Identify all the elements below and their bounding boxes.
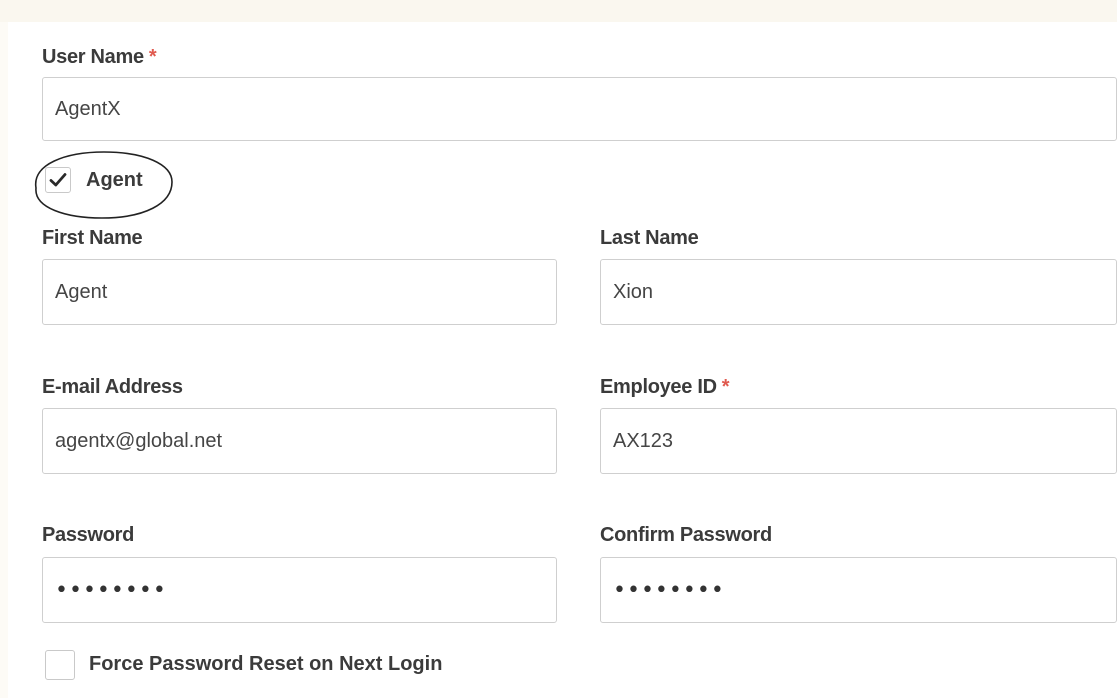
email-field[interactable]: agentx@global.net [42,408,557,474]
user-name-required-mark: * [148,46,157,68]
password-label: Password [42,524,135,546]
top-strip [0,0,1117,22]
checkmark-icon [49,173,67,187]
user-form-page: User Name * AgentX Agent First Name Agent… [0,0,1117,698]
confirm-password-field[interactable]: •••••••• [600,557,1117,623]
user-name-label-text: User Name [42,46,144,68]
password-field[interactable]: •••••••• [42,557,557,623]
agent-checkbox-label[interactable]: Agent [86,169,143,192]
first-name-value: Agent [55,280,108,303]
employee-id-label: Employee ID * [600,376,730,399]
last-name-label: Last Name [600,227,699,249]
employee-id-required-mark: * [721,376,730,398]
employee-id-field[interactable]: AX123 [600,408,1117,474]
force-reset-checkbox[interactable] [45,650,75,680]
last-name-field[interactable]: Xion [600,259,1117,325]
email-label: E-mail Address [42,376,183,398]
email-value: agentx@global.net [55,429,223,452]
user-name-field[interactable]: AgentX [42,77,1117,141]
employee-id-label-text: Employee ID [600,376,717,398]
last-name-value: Xion [613,280,654,303]
force-reset-label[interactable]: Force Password Reset on Next Login [89,653,442,676]
first-name-label: First Name [42,227,143,249]
user-name-value: AgentX [55,97,121,120]
agent-checkbox[interactable] [45,167,71,193]
employee-id-value: AX123 [613,429,674,452]
password-masked-value: •••••••• [55,577,167,603]
confirm-password-masked-value: •••••••• [613,577,725,603]
confirm-password-label: Confirm Password [600,524,772,546]
first-name-field[interactable]: Agent [42,259,557,325]
user-name-label: User Name * [42,46,157,69]
